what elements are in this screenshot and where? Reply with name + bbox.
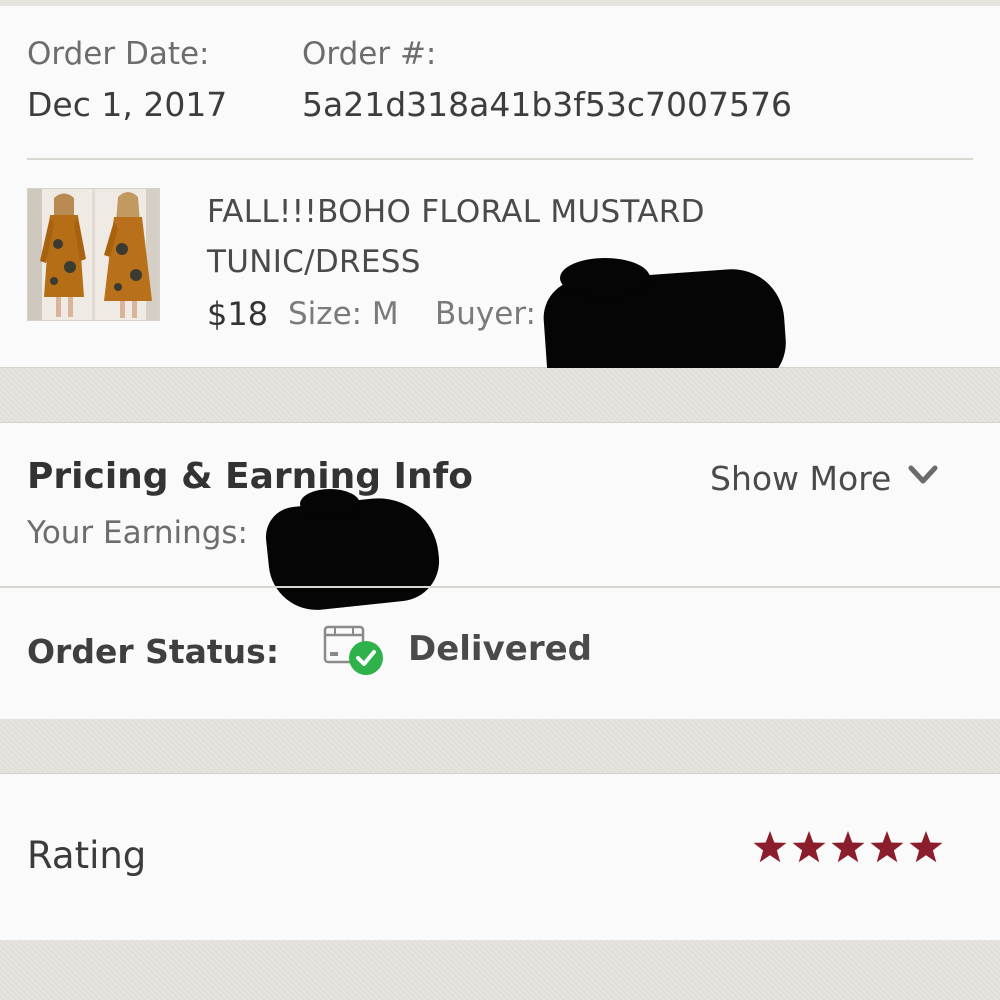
rating-stars	[752, 829, 948, 869]
star-icon	[909, 831, 943, 863]
item-title-line-2[interactable]: TUNIC/DRESS	[207, 244, 421, 280]
star-icon	[831, 831, 865, 863]
section-gap	[0, 940, 1000, 1000]
earnings-label: Your Earnings:	[27, 515, 248, 551]
delivered-box-check-icon	[323, 625, 383, 675]
order-details-screen: Order Date: Dec 1, 2017 Order #: 5a21d31…	[0, 0, 1000, 1000]
pricing-card: Pricing & Earning Info Show More Your Ea…	[0, 422, 1000, 720]
pricing-divider	[0, 586, 1000, 588]
order-number-value: 5a21d318a41b3f53c7007576	[302, 85, 793, 124]
order-date-label: Order Date:	[27, 36, 210, 72]
redaction-earnings	[300, 489, 360, 519]
order-status-value: Delivered	[408, 629, 592, 669]
rating-card: Rating	[0, 773, 1000, 941]
item-thumbnail[interactable]	[27, 188, 160, 321]
item-thumbnail-image	[28, 189, 159, 320]
pricing-heading: Pricing & Earning Info	[27, 456, 473, 497]
item-price: $18	[207, 295, 269, 333]
section-gap	[0, 719, 1000, 773]
show-more-label: Show More	[710, 459, 892, 498]
buyer-label: Buyer:	[435, 296, 536, 332]
redaction-buyer-name	[560, 258, 650, 298]
order-number-label: Order #:	[302, 36, 437, 72]
rating-label: Rating	[27, 834, 147, 877]
order-card: Order Date: Dec 1, 2017 Order #: 5a21d31…	[0, 6, 1000, 403]
chevron-down-icon	[908, 465, 938, 484]
show-more-button[interactable]: Show More	[710, 459, 938, 498]
item-title-line-1[interactable]: FALL!!!BOHO FLORAL MUSTARD	[207, 194, 705, 230]
section-gap	[0, 368, 1000, 422]
star-icon	[792, 831, 826, 863]
order-status-label: Order Status:	[27, 632, 280, 671]
order-divider	[27, 158, 973, 160]
order-date-value: Dec 1, 2017	[27, 85, 228, 124]
star-rating-icon	[753, 831, 943, 863]
star-icon	[870, 831, 904, 863]
item-size: Size: M	[288, 296, 399, 332]
star-icon	[753, 831, 787, 863]
